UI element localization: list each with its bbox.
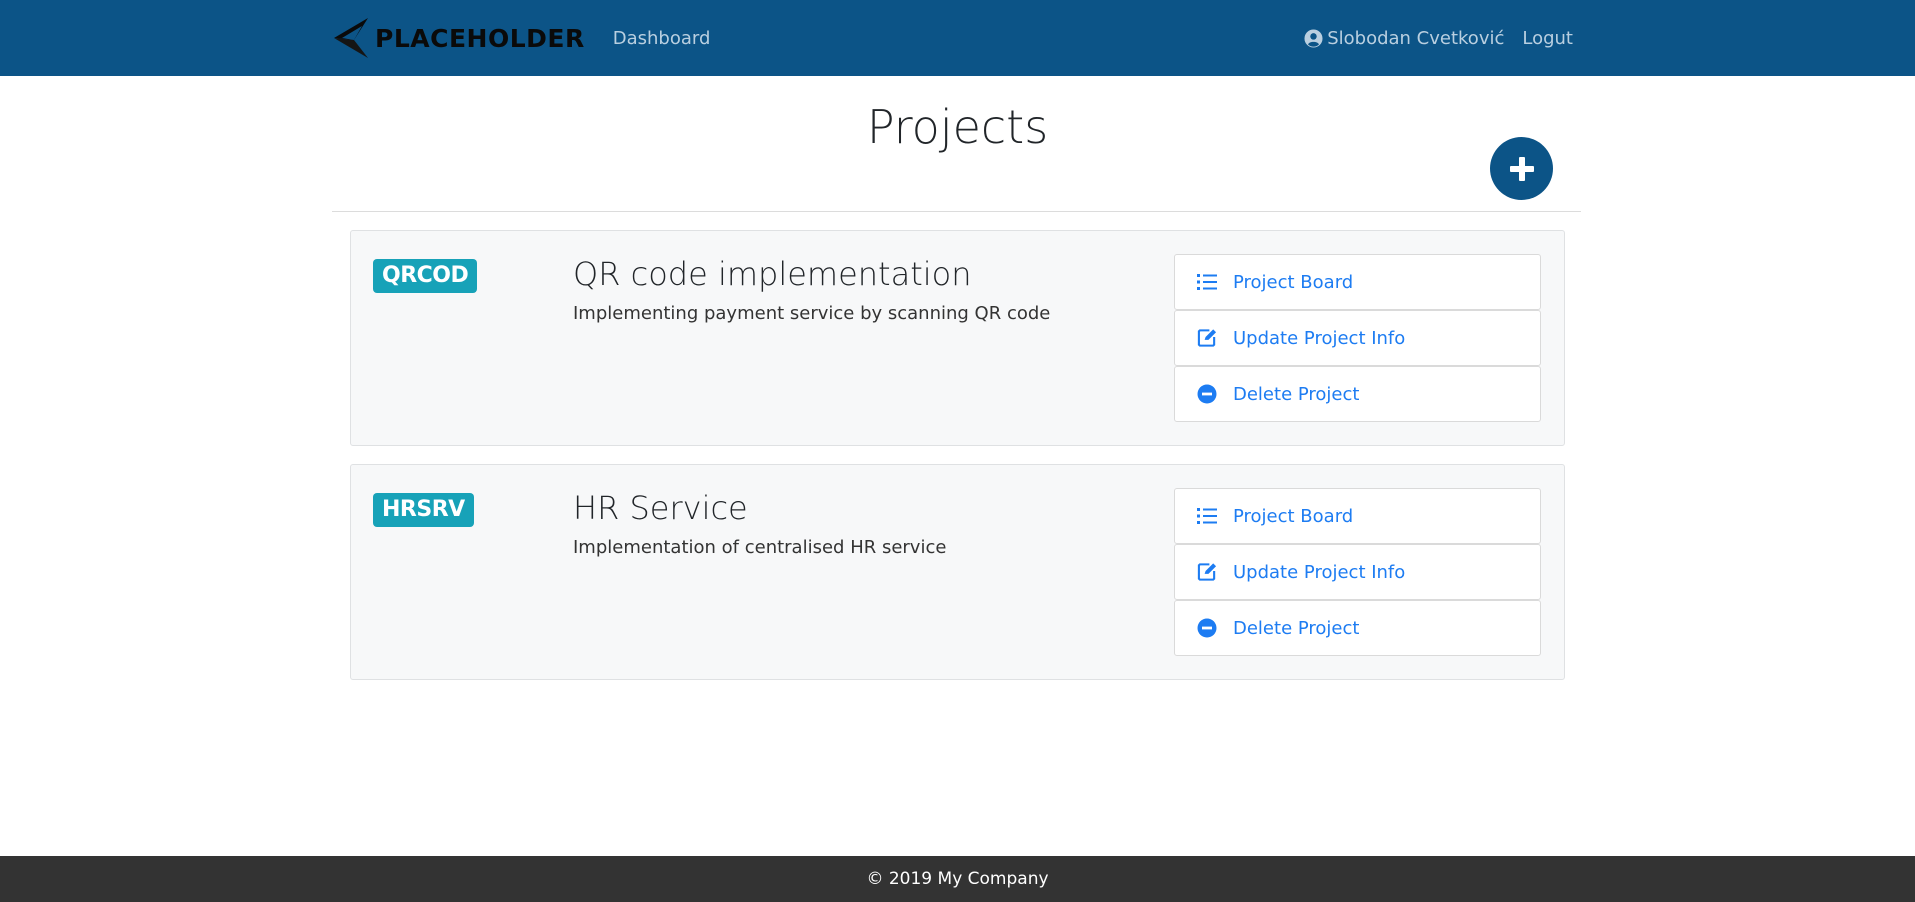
- user-circle-icon: [1304, 28, 1323, 48]
- list-icon: [1197, 506, 1217, 526]
- project-code-badge: HRSRV: [373, 493, 474, 527]
- nav-right: Slobodan Cvetković Logut: [1304, 28, 1573, 49]
- project-board-label: Project Board: [1233, 271, 1354, 293]
- brand-logo[interactable]: PLACEHOLDER: [332, 0, 585, 76]
- logout-link[interactable]: Logut: [1522, 28, 1573, 49]
- update-project-label: Update Project Info: [1233, 327, 1406, 349]
- edit-icon: [1197, 562, 1217, 582]
- page-title: Projects: [866, 100, 1049, 154]
- update-project-button[interactable]: Update Project Info: [1174, 544, 1541, 600]
- add-project-button[interactable]: [1490, 137, 1553, 200]
- plus-icon: [1509, 156, 1534, 181]
- header-divider: [332, 211, 1581, 212]
- project-board-label: Project Board: [1233, 505, 1354, 527]
- user-name: Slobodan Cvetković: [1327, 27, 1505, 49]
- project-board-button[interactable]: Project Board: [1174, 254, 1541, 310]
- user-menu[interactable]: Slobodan Cvetković: [1304, 28, 1504, 49]
- minus-circle-icon: [1197, 618, 1217, 638]
- minus-circle-icon: [1197, 384, 1217, 404]
- project-card: QRCOD QR code implementation Implementin…: [350, 230, 1565, 446]
- project-actions: Project Board Update Project Info Delete…: [1174, 254, 1541, 422]
- delete-project-button[interactable]: Delete Project: [1174, 600, 1541, 656]
- list-icon: [1197, 272, 1217, 292]
- footer: © 2019 My Company: [0, 856, 1915, 902]
- project-name: HR Service: [573, 489, 748, 527]
- nav-dashboard-link[interactable]: Dashboard: [613, 28, 711, 49]
- navbar-inner: PLACEHOLDER Dashboard Slobodan Cvetković…: [332, 0, 1573, 76]
- update-project-button[interactable]: Update Project Info: [1174, 310, 1541, 366]
- navbar: PLACEHOLDER Dashboard Slobodan Cvetković…: [0, 0, 1915, 76]
- project-actions: Project Board Update Project Info Delete…: [1174, 488, 1541, 656]
- brand-text: PLACEHOLDER: [375, 23, 585, 53]
- project-description: Implementing payment service by scanning…: [573, 303, 1051, 324]
- brand-mark-icon: [334, 18, 368, 58]
- project-code-badge: QRCOD: [373, 259, 478, 293]
- project-card: HRSRV HR Service Implementation of centr…: [350, 464, 1565, 680]
- delete-project-label: Delete Project: [1233, 383, 1360, 405]
- delete-project-label: Delete Project: [1233, 617, 1360, 639]
- project-board-button[interactable]: Project Board: [1174, 488, 1541, 544]
- delete-project-button[interactable]: Delete Project: [1174, 366, 1541, 422]
- footer-text: © 2019 My Company: [866, 869, 1049, 889]
- update-project-label: Update Project Info: [1233, 561, 1406, 583]
- project-name: QR code implementation: [573, 255, 972, 293]
- edit-icon: [1197, 328, 1217, 348]
- project-description: Implementation of centralised HR service: [573, 537, 947, 558]
